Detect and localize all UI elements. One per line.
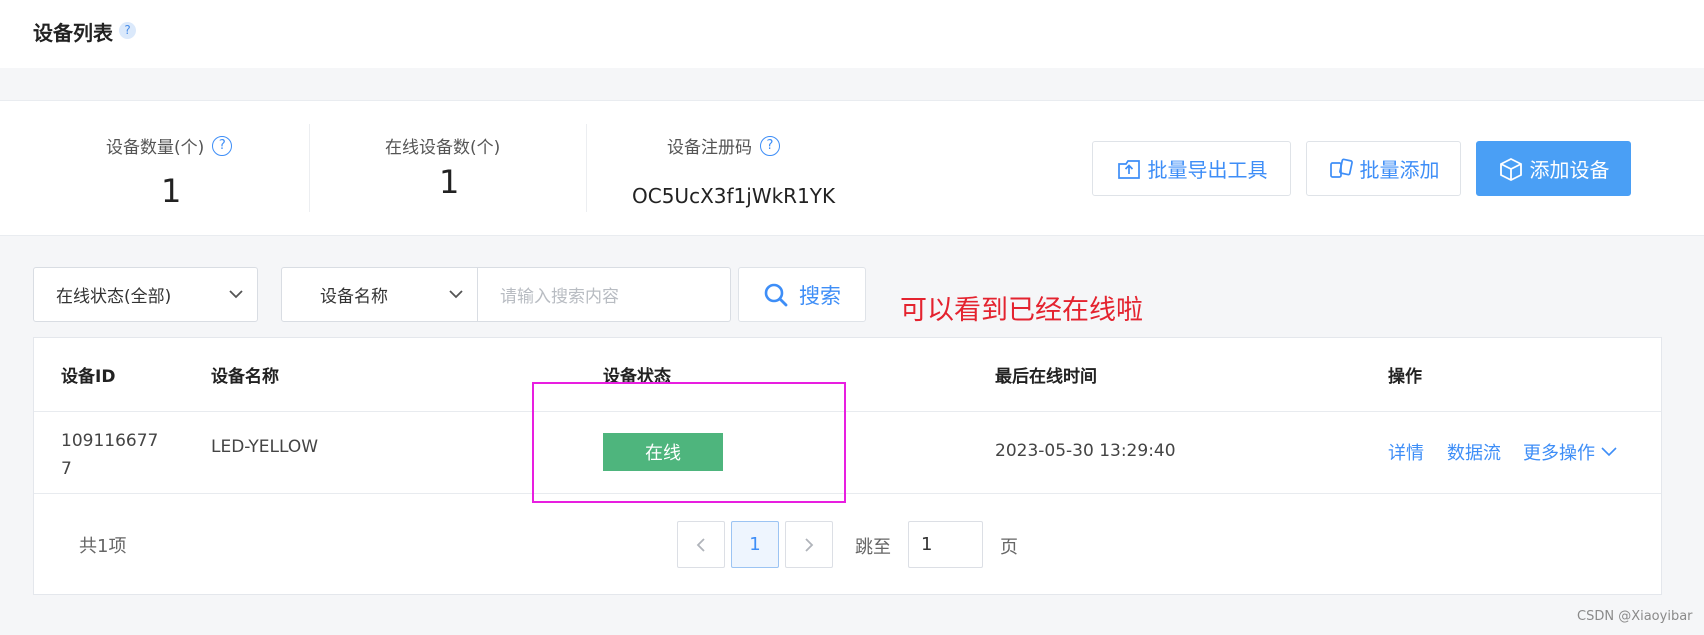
table-cell-name: LED-YELLOW	[211, 437, 319, 457]
header-separator	[34, 411, 1661, 412]
device-count-label: 设备数量(个)	[106, 138, 205, 158]
page-title: 设备列表	[33, 21, 113, 45]
jump-label: 跳至	[855, 537, 891, 558]
chevron-down-icon	[229, 290, 243, 299]
status-filter-select[interactable]: 在线状态(全部)	[33, 267, 258, 322]
page-header	[0, 0, 1704, 68]
column-header-id: 设备ID	[61, 367, 116, 387]
data-stream-link[interactable]: 数据流	[1447, 439, 1501, 465]
help-icon[interactable]: ?	[119, 22, 136, 39]
reg-code-stat: 设备注册码 ?	[667, 133, 780, 158]
help-icon[interactable]: ?	[760, 135, 780, 156]
devices-icon	[1329, 158, 1353, 178]
device-id-line: 109116677	[61, 431, 159, 451]
device-id-line: 7	[61, 459, 72, 479]
search-placeholder: 请输入搜索内容	[500, 287, 619, 307]
device-count-value: 1	[161, 172, 182, 210]
chevron-left-icon	[696, 537, 705, 552]
stat-divider	[309, 124, 310, 212]
search-input[interactable]: 请输入搜索内容	[478, 267, 731, 322]
reg-code-label: 设备注册码	[667, 138, 752, 158]
chevron-down-icon	[449, 290, 463, 299]
details-link[interactable]: 详情	[1388, 439, 1424, 465]
prev-page-button[interactable]	[677, 521, 725, 568]
column-header-last-online: 最后在线时间	[995, 367, 1097, 387]
row-separator	[34, 493, 1661, 494]
export-icon	[1117, 159, 1140, 179]
jump-page-input[interactable]: 1	[908, 521, 983, 568]
search-icon	[764, 283, 788, 306]
highlight-box	[532, 382, 846, 503]
help-icon[interactable]: ?	[212, 135, 233, 156]
stat-divider	[586, 124, 587, 212]
reg-code-value: OC5UcX3f1jWkR1YK	[632, 184, 836, 208]
table-cell-last-online: 2023-05-30 13:29:40	[995, 441, 1176, 461]
batch-add-button[interactable]: 批量添加	[1306, 141, 1461, 196]
search-button-label: 搜索	[799, 283, 841, 308]
page-number-button[interactable]: 1	[731, 521, 779, 568]
column-header-name: 设备名称	[211, 367, 279, 387]
online-count-label: 在线设备数(个)	[385, 138, 501, 158]
search-button[interactable]: 搜索	[738, 267, 866, 322]
page-unit-label: 页	[1000, 537, 1018, 558]
add-device-label: 添加设备	[1529, 158, 1610, 182]
more-actions-dropdown[interactable]: 更多操作	[1523, 439, 1617, 465]
batch-export-button[interactable]: 批量导出工具	[1092, 141, 1291, 196]
table-cell-id: 109116677 7	[61, 427, 158, 483]
batch-export-label: 批量导出工具	[1147, 158, 1268, 182]
total-count: 共1项	[79, 536, 127, 557]
annotation-text: 可以看到已经在线啦	[900, 295, 1143, 326]
online-count-value: 1	[439, 163, 460, 201]
batch-add-label: 批量添加	[1359, 158, 1440, 182]
column-header-actions: 操作	[1388, 367, 1422, 387]
next-page-button[interactable]	[785, 521, 833, 568]
search-field-select[interactable]: 设备名称	[281, 267, 478, 322]
status-filter-value: 在线状态(全部)	[56, 287, 172, 307]
chevron-down-icon	[1601, 447, 1617, 457]
device-count-stat: 设备数量(个) ?	[106, 133, 233, 158]
more-actions-label: 更多操作	[1523, 443, 1595, 464]
chevron-right-icon	[805, 537, 814, 552]
cube-icon	[1499, 157, 1522, 181]
add-device-button[interactable]: 添加设备	[1476, 141, 1631, 196]
watermark: CSDN @Xiaoyibar	[1577, 609, 1693, 624]
search-field-value: 设备名称	[320, 287, 388, 307]
